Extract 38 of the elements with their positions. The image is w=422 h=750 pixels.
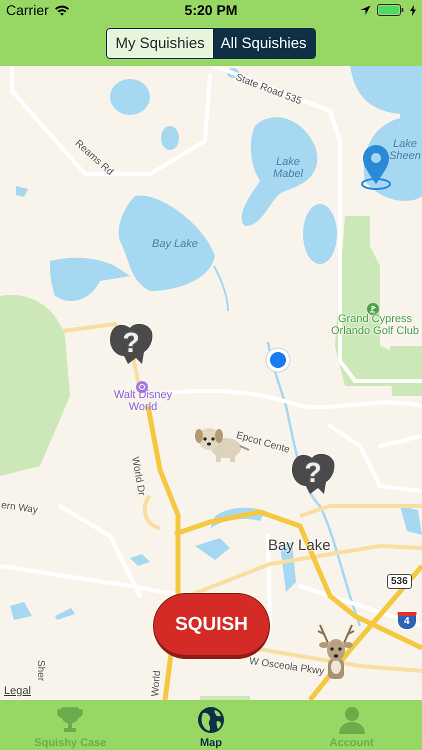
lake (161, 126, 179, 150)
road-label: W Osceola Pkwy (248, 656, 325, 678)
trophy-icon (56, 706, 84, 734)
globe-icon (197, 706, 225, 734)
lake (130, 554, 150, 566)
segment-tab[interactable]: My Squishies (107, 29, 213, 58)
clock-time: 5:20 PM (184, 2, 238, 18)
location-arrow-icon (360, 4, 372, 16)
lake-label: Bay Lake (152, 238, 198, 250)
lake (110, 79, 150, 115)
battery-icon (377, 4, 404, 16)
lake (210, 508, 265, 529)
person-icon (338, 706, 366, 734)
road-label: ern Way (0, 500, 39, 516)
road-label: World (150, 670, 164, 697)
road-label: Epcot Cente (234, 430, 291, 456)
carrier-label: Carrier (6, 2, 49, 18)
road-label: Sher (35, 660, 46, 682)
lake-label: Lake Sheen (388, 138, 422, 162)
legal-link[interactable]: Legal (4, 685, 31, 698)
lake (195, 538, 230, 560)
tab-bar-item[interactable]: Map (140, 700, 282, 750)
lake (16, 186, 28, 197)
lake-label: Lake Mabel (272, 156, 304, 180)
lake (10, 602, 32, 620)
golf-icon (367, 303, 379, 315)
stream (213, 266, 229, 312)
road-label: World Dr (129, 456, 147, 497)
charging-icon (410, 4, 416, 16)
segment-tab[interactable]: All Squishies (212, 29, 315, 58)
wifi-icon (54, 4, 70, 16)
route-shield: 536 (387, 574, 412, 589)
user-location-icon (265, 347, 291, 373)
interstate-shield: 4 (397, 612, 417, 630)
place-label: Walt Disney World (112, 389, 174, 414)
road-label: State Road 535 (234, 72, 303, 108)
lake (400, 506, 422, 535)
lake (55, 608, 75, 620)
